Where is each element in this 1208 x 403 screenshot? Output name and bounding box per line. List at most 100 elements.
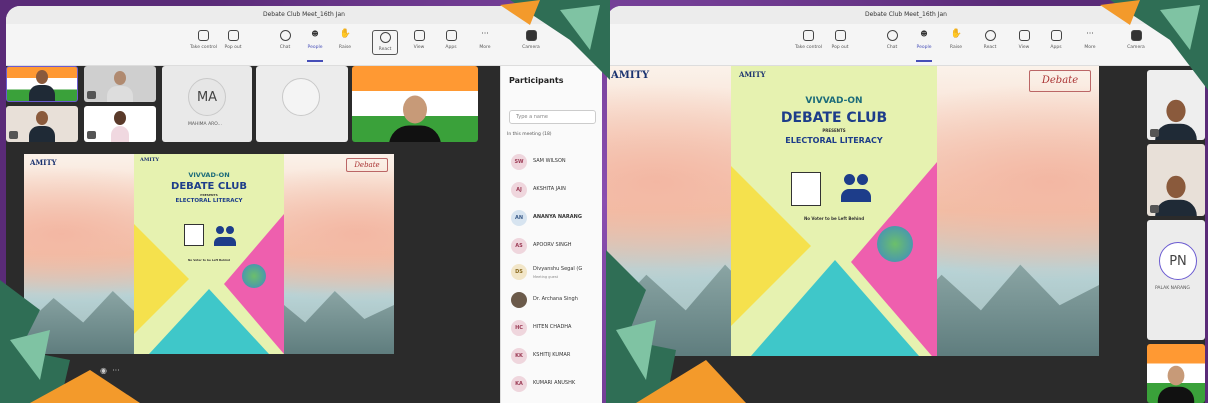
video-tile[interactable]	[84, 66, 156, 102]
raise-hand-button[interactable]: ✋ Raise	[332, 30, 358, 51]
club-logo: Debate	[1029, 70, 1091, 92]
participant-row[interactable]: KA KUMARI ANUSHK	[511, 374, 598, 392]
react-icon	[984, 30, 996, 41]
people-button[interactable]: ☻ People	[302, 30, 328, 62]
avatar: DS	[511, 264, 527, 280]
participant-row[interactable]: SW SAM WILSON	[511, 152, 598, 170]
grid-icon	[1018, 30, 1030, 41]
poster-line3: ELECTORAL LITERACY	[175, 198, 243, 204]
pop-out-button[interactable]: Pop out	[220, 30, 246, 50]
pop-out-button[interactable]: Pop out	[827, 30, 853, 50]
school-logo: AMITY	[611, 70, 650, 81]
avatar: SW	[511, 154, 527, 170]
chat-icon	[279, 30, 291, 41]
more-icon: ···	[481, 29, 489, 38]
poster: AMITY VIVVAD-ON DEBATE CLUB PRESENTS ELE…	[731, 66, 937, 356]
teal-triangle	[751, 260, 919, 356]
view-button[interactable]: View	[406, 30, 432, 50]
poster-line3: ELECTORAL LITERACY	[785, 136, 883, 145]
leaf-decoration	[606, 250, 746, 403]
participant-row[interactable]: AS APOORV SINGH	[511, 236, 598, 254]
chat-icon	[886, 30, 898, 41]
participant-video	[29, 70, 55, 101]
avatar-photo	[511, 292, 527, 308]
evm-icon	[184, 224, 204, 246]
avatar: AN	[511, 210, 527, 226]
take-control-button[interactable]: Take control	[190, 30, 217, 50]
participant-row[interactable]: AN ANANYA NARANG	[511, 208, 598, 226]
avatar: MA	[188, 78, 226, 116]
participant-name: HITEN CHADHA	[533, 324, 572, 330]
participant-row[interactable]: DS Divyanshu Segal (G Meeting guest	[511, 262, 598, 284]
react-button[interactable]: React	[372, 30, 398, 55]
apps-icon	[1050, 30, 1062, 41]
react-icon	[379, 32, 391, 43]
participant-role: Meeting guest	[533, 275, 559, 279]
apps-button[interactable]: Apps	[438, 30, 464, 50]
participant-row[interactable]: Dr. Archana Singh	[511, 290, 598, 308]
tile-name: MAHIMA ARO...	[188, 122, 222, 127]
avatar	[282, 78, 320, 116]
people-button[interactable]: ☻ People	[911, 30, 937, 62]
avatar: KA	[511, 376, 527, 392]
participant-name: SAM WILSON	[533, 158, 566, 164]
video-tile[interactable]	[84, 106, 156, 142]
poster-line1: VIVVAD-ON	[188, 171, 230, 179]
teal-triangle	[149, 289, 269, 354]
participant-name: ANANYA NARANG	[533, 214, 582, 220]
mic-off-icon	[1150, 205, 1159, 213]
poster-line2: DEBATE CLUB	[780, 110, 888, 126]
mic-off-icon	[87, 91, 96, 99]
participant-row[interactable]: HC HITEN CHADHA	[511, 318, 598, 336]
poster-presents: PRESENTS	[200, 193, 218, 197]
participant-name: KUMARI ANUSHK	[533, 380, 576, 386]
chat-button[interactable]: Chat	[879, 30, 905, 50]
more-button[interactable]: ··· More	[472, 29, 498, 51]
take-control-button[interactable]: Take control	[795, 30, 822, 50]
popout-icon	[227, 30, 239, 41]
poster-school-logo: AMITY	[739, 70, 766, 79]
globe-icon	[877, 226, 913, 262]
search-input[interactable]: Type a name	[509, 110, 596, 124]
participant-video	[389, 95, 441, 142]
avatar-tile[interactable]: MA MAHIMA ARO...	[162, 66, 252, 142]
participant-video	[111, 111, 129, 142]
globe-icon	[242, 264, 266, 288]
raise-hand-button[interactable]: ✋ Raise	[943, 30, 969, 51]
avatar-tile[interactable]: PN PALAK NARANG	[1147, 220, 1205, 340]
participant-video	[1155, 175, 1197, 216]
participant-video	[29, 111, 55, 142]
poster: AMITY VIVVAD-ON DEBATE CLUB PRESENTS ELE…	[134, 154, 284, 354]
poster-line2: DEBATE CLUB	[171, 181, 247, 192]
evm-icon	[791, 172, 821, 206]
participant-row[interactable]: AJ AKSHITA JAIN	[511, 180, 598, 198]
video-tile[interactable]	[1147, 144, 1205, 216]
participant-name: APOORV SINGH	[533, 242, 572, 248]
participant-name: Dr. Archana Singh	[533, 296, 578, 302]
voters-icon	[841, 174, 871, 202]
video-tile[interactable]	[1147, 344, 1205, 403]
participant-video	[1157, 365, 1195, 403]
participant-name: AKSHITA JAIN	[533, 186, 566, 192]
mic-off-icon	[1150, 129, 1159, 137]
video-tile[interactable]	[352, 66, 478, 142]
school-logo: AMITY	[30, 158, 57, 167]
participant-row[interactable]: KK KSHITIJ KUMAR	[511, 346, 598, 364]
avatar-tile[interactable]	[256, 66, 348, 142]
participants-panel: Participants Type a name In this meeting…	[500, 66, 602, 403]
video-tile[interactable]	[6, 106, 78, 142]
apps-button[interactable]: Apps	[1043, 30, 1069, 50]
poster-school-logo: AMITY	[140, 157, 160, 163]
participant-name: Divyanshu Segal (G	[533, 266, 583, 272]
react-button[interactable]: React	[977, 30, 1003, 50]
video-tile[interactable]	[6, 66, 78, 102]
chat-button[interactable]: Chat	[272, 30, 298, 50]
leaf-decoration	[1100, 0, 1208, 90]
avatar: HC	[511, 320, 527, 336]
people-icon: ☻	[920, 30, 928, 38]
meeting-section-header[interactable]: In this meeting (18)	[507, 132, 552, 137]
tile-name: PALAK NARANG	[1155, 286, 1190, 291]
avatar: AJ	[511, 182, 527, 198]
view-button[interactable]: View	[1011, 30, 1037, 50]
poster-tagline: No Voter to be Left Behind	[803, 216, 865, 221]
